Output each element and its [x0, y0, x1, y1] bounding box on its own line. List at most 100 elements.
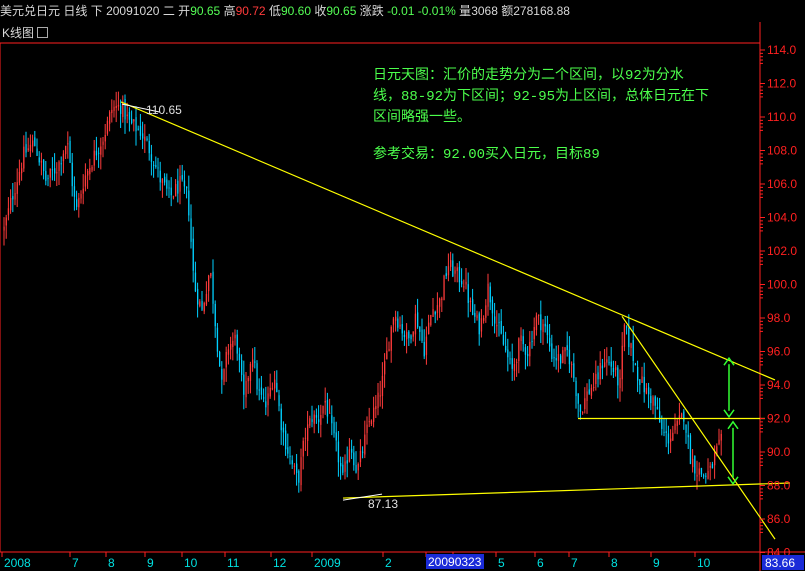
candle-body — [588, 389, 590, 394]
candle-body — [315, 415, 318, 418]
candle-body — [155, 165, 157, 168]
candle-body — [342, 464, 344, 473]
candle-body — [698, 468, 700, 475]
candle-body — [368, 421, 370, 423]
candle-body — [505, 346, 507, 351]
candle-body — [410, 335, 412, 340]
candle-body — [287, 447, 289, 454]
candle-body — [467, 284, 469, 303]
candle-body — [16, 182, 18, 194]
candle-body — [608, 362, 610, 364]
candle-body — [549, 337, 551, 347]
candle-body — [485, 305, 487, 318]
candle-body — [674, 423, 676, 430]
candle-body — [577, 393, 579, 404]
candle-body — [12, 196, 14, 200]
candle-body — [69, 140, 71, 163]
candle-body — [630, 343, 632, 349]
x-tick-label: 8 — [611, 556, 618, 570]
candle-body — [177, 180, 179, 194]
candle-body — [252, 359, 254, 368]
candle-body — [406, 332, 408, 340]
candle-body — [109, 112, 111, 124]
y-tick-label: 86.0 — [767, 512, 791, 526]
candle-body — [34, 137, 36, 147]
candle-body — [298, 470, 300, 483]
candle-body — [285, 430, 287, 450]
candle-body — [439, 298, 441, 307]
candle-body — [392, 318, 395, 325]
candle-body — [381, 375, 384, 397]
candle-body — [502, 335, 505, 345]
candle-body — [296, 463, 298, 473]
candle-body — [623, 324, 626, 347]
candle-body — [377, 392, 379, 409]
low-label: 低 — [268, 4, 281, 18]
candle-body — [568, 349, 571, 365]
x-tick-label: 2009 — [314, 556, 341, 570]
x-tick-label: 10 — [184, 556, 198, 570]
candle-body — [645, 387, 648, 394]
candle-body — [709, 465, 711, 468]
candle-body — [538, 314, 540, 316]
candle-body — [696, 474, 698, 477]
candle-body — [186, 186, 188, 189]
candle-body — [291, 460, 293, 465]
candle-body — [535, 315, 538, 331]
volume-label: 量 — [459, 4, 472, 18]
candle-body — [3, 226, 5, 231]
candle-body — [142, 133, 144, 139]
candle-body — [148, 141, 150, 154]
candle-body — [707, 471, 709, 479]
high-value: 90.72 — [235, 4, 266, 18]
candle-body — [329, 412, 331, 414]
open-value: 90.65 — [190, 4, 221, 18]
x-tick-label: 7 — [571, 556, 578, 570]
candle-body — [388, 348, 390, 351]
candle-body — [621, 345, 623, 380]
candle-body — [269, 387, 271, 397]
candle-body — [331, 415, 333, 424]
y-tick-label: 102.0 — [767, 244, 797, 258]
candle-body — [676, 420, 678, 426]
candle-body — [652, 397, 654, 406]
candle-body — [232, 340, 234, 348]
candle-body — [650, 395, 652, 404]
symbol-name[interactable]: 美元兑日元 — [0, 4, 60, 18]
chart-type-label[interactable]: K线图 — [2, 25, 49, 41]
candle-body — [454, 270, 456, 274]
candle-body — [463, 286, 465, 288]
candle-body — [166, 179, 168, 189]
window-box-icon[interactable] — [37, 27, 49, 38]
candle-body — [225, 351, 227, 368]
amount-label: 额 — [501, 4, 514, 18]
candle-body — [216, 327, 219, 352]
candle-body — [610, 361, 612, 367]
candle-body — [403, 334, 406, 338]
candle-body — [692, 458, 694, 468]
candle-body — [194, 272, 197, 292]
candle-body — [659, 411, 661, 423]
period-label[interactable]: 日线 — [63, 4, 87, 18]
candle-body — [62, 153, 65, 162]
candle-body — [689, 435, 692, 464]
candle-body — [513, 364, 516, 371]
candle-body — [25, 144, 27, 153]
candle-body — [304, 437, 307, 439]
candle-body — [672, 432, 674, 441]
x-tick-label: 5 — [498, 556, 505, 570]
candle-body — [694, 455, 696, 474]
candle-body — [447, 266, 450, 276]
mode-label[interactable]: 下 — [91, 4, 103, 18]
candle-body — [522, 336, 524, 345]
price-markers: 110.65 87.13 — [121, 103, 398, 511]
candle-body — [542, 324, 544, 332]
candle-body — [219, 351, 221, 367]
x-tick-label: 7 — [72, 556, 79, 570]
candle-body — [282, 427, 285, 433]
candle-body — [584, 398, 586, 410]
candle-body — [443, 275, 445, 300]
candle-body — [95, 150, 98, 156]
candle-body — [681, 413, 683, 418]
candle-body — [687, 434, 689, 438]
